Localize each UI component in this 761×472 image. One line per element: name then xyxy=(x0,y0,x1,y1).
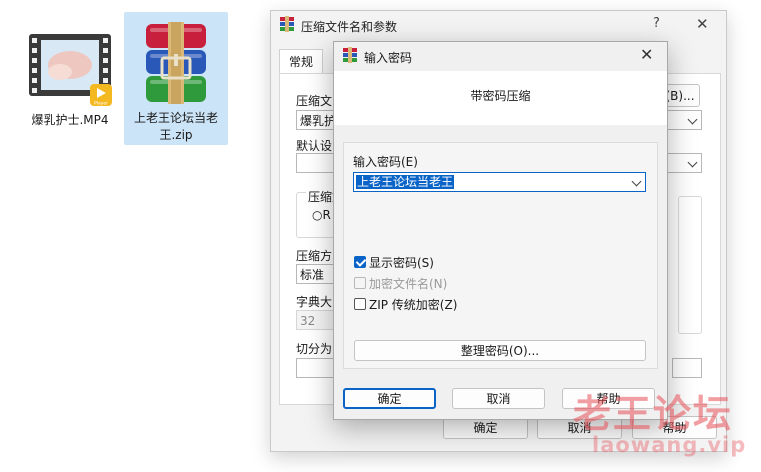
password-content: 输入密码(E) 上老王论坛当老王 显示密码(S) 加密文件名(N) ZIP 传统… xyxy=(343,142,658,369)
winrar-icon xyxy=(279,16,295,32)
back-dialog-title: 压缩文件名和参数 xyxy=(301,20,398,34)
compression-method-value: 标准 xyxy=(300,268,325,282)
close-icon[interactable]: ✕ xyxy=(640,45,653,64)
tab-general[interactable]: 常规 xyxy=(279,49,323,74)
player-badge: Player xyxy=(94,101,108,107)
help-icon[interactable]: ? xyxy=(653,16,660,31)
file-name-archive: 上老王论坛当老王.zip xyxy=(133,111,218,142)
split-volume-label: 切分为 xyxy=(296,342,333,356)
dictionary-size-label: 字典大 xyxy=(296,295,333,309)
video-file-icon: Player xyxy=(26,20,114,108)
checkbox-icon xyxy=(354,277,366,289)
password-label: 输入密码(E) xyxy=(353,155,418,169)
chevron-down-icon xyxy=(687,157,698,168)
default-profile-label: 默认设 xyxy=(296,139,333,153)
close-icon[interactable]: ✕ xyxy=(696,15,709,33)
radio-rar-label: R xyxy=(322,208,331,222)
checkbox-icon xyxy=(354,298,366,310)
watermark-text: 老王论坛 xyxy=(573,392,734,436)
dialog-header: 带密码压缩 xyxy=(334,71,667,125)
cancel-button[interactable]: 取消 xyxy=(452,388,545,409)
options-group xyxy=(678,196,702,334)
archive-name-value: 爆乳护 xyxy=(300,114,337,128)
zip-legacy-label: ZIP 传统加密(Z) xyxy=(369,298,458,312)
file-archive[interactable]: 上老王论坛当老王.zip xyxy=(124,12,228,145)
checkbox-checked-icon xyxy=(354,256,366,268)
dictionary-size-value: 32 xyxy=(300,314,316,328)
ok-button[interactable]: 确定 xyxy=(343,388,436,409)
winrar-icon xyxy=(342,47,358,63)
watermark-url: laowang.vip xyxy=(592,433,747,457)
password-dialog: 输入密码 ✕ 带密码压缩 输入密码(E) 上老王论坛当老王 显示密码(S) 加密… xyxy=(333,41,668,420)
radio-rar[interactable]: ○R xyxy=(312,208,331,222)
password-value: 上老王论坛当老王 xyxy=(356,175,455,189)
dialog-title: 输入密码 xyxy=(364,51,413,65)
chevron-down-icon[interactable] xyxy=(631,176,642,187)
compression-method-label: 压缩方 xyxy=(296,249,333,263)
rar-archive-icon xyxy=(132,20,220,108)
organize-passwords-button[interactable]: 整理密码(O)... xyxy=(354,340,646,361)
file-video[interactable]: Player 爆乳护士.MP4 xyxy=(18,12,122,145)
password-input[interactable]: 上老王论坛当老王 xyxy=(353,172,646,192)
show-password-label: 显示密码(S) xyxy=(369,256,434,270)
encrypt-filenames-label: 加密文件名(N) xyxy=(369,277,448,291)
split-unit-select[interactable] xyxy=(672,358,702,378)
archive-name-label: 压缩文 xyxy=(296,94,333,108)
file-name-video: 爆乳护士.MP4 xyxy=(31,113,109,127)
chevron-down-icon xyxy=(687,114,698,125)
header-text: 带密码压缩 xyxy=(470,89,531,103)
